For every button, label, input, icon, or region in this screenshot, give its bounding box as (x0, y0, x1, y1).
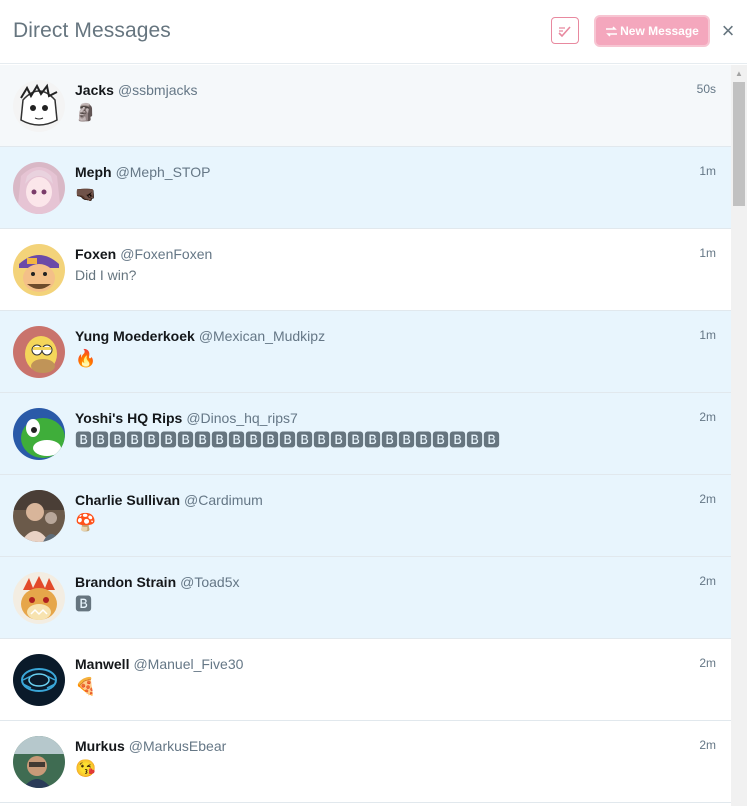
anime-pink-hair-avatar (13, 162, 65, 214)
handle: @Toad5x (180, 574, 240, 590)
conversation-names: Brandon Strain @Toad5x (75, 574, 239, 590)
fullname: Yung Moederkoek (75, 328, 195, 344)
message-preview: 😘 (75, 759, 97, 778)
handle: @MarkusEbear (128, 738, 227, 754)
timestamp: 50s (696, 82, 716, 96)
photo-outdoor-avatar (13, 736, 65, 788)
message-preview: 🤜🏿 (75, 185, 97, 204)
timestamp: 2m (699, 574, 716, 588)
fullname: Jacks (75, 82, 114, 98)
conversation-row[interactable]: Yoshi's HQ Rips @Dinos_hq_rips7 2m 🅱🅱🅱🅱🅱🅱… (0, 393, 731, 475)
message-preview: 🍄 (75, 513, 97, 532)
dm-modal: Direct Messages New Message × Jacks @ssbm… (0, 0, 747, 806)
avatar (13, 162, 65, 214)
bowser-avatar (13, 572, 65, 624)
timestamp: 1m (699, 246, 716, 260)
close-icon[interactable]: × (718, 20, 738, 42)
fullname: Charlie Sullivan (75, 492, 181, 508)
avatar (13, 326, 65, 378)
avatar (13, 244, 65, 296)
conversation-names: Jacks @ssbmjacks (75, 82, 198, 98)
conversation-row[interactable]: Charlie Sullivan @Cardimum 2m 🍄 (0, 475, 731, 557)
avatar (13, 408, 65, 460)
photo-person-avatar (13, 490, 65, 542)
conversation-row[interactable]: Brandon Strain @Toad5x 2m 🅱 (0, 557, 731, 639)
timestamp: 2m (699, 656, 716, 670)
conversation-row[interactable]: Yung Moederkoek @Mexican_Mudkipz 1m 🔥 (0, 311, 731, 393)
handle: @Cardimum (184, 492, 263, 508)
dm-header: Direct Messages New Message × (0, 0, 747, 64)
conversation-names: Meph @Meph_STOP (75, 164, 210, 180)
avatar (13, 654, 65, 706)
handle: @Manuel_Five30 (133, 656, 244, 672)
timestamp: 2m (699, 738, 716, 752)
conversation-names: Yung Moederkoek @Mexican_Mudkipz (75, 328, 325, 344)
timestamp: 1m (699, 328, 716, 342)
fullname: Yoshi's HQ Rips (75, 410, 183, 426)
yoshi-avatar (13, 408, 65, 460)
handle: @Meph_STOP (115, 164, 211, 180)
homer-avatar (13, 326, 65, 378)
fullname: Murkus (75, 738, 125, 754)
conversation-row[interactable]: Foxen @FoxenFoxen 1m Did I win? (0, 229, 731, 311)
fullname: Foxen (75, 246, 117, 262)
timestamp: 2m (699, 410, 716, 424)
fullname: Manwell (75, 656, 130, 672)
message-preview: 🅱 (75, 595, 92, 614)
manga-sketch-avatar (13, 80, 65, 132)
conversation-row[interactable]: Murkus @MarkusEbear 2m 😘 (0, 721, 731, 803)
conversation-names: Charlie Sullivan @Cardimum (75, 492, 263, 508)
message-preview: 🍕 (75, 677, 97, 696)
timestamp: 2m (699, 492, 716, 506)
mark-all-read-button[interactable] (551, 17, 579, 44)
fullname: Brandon Strain (75, 574, 177, 590)
handle: @Mexican_Mudkipz (198, 328, 326, 344)
scrollbar[interactable]: ▲ (731, 65, 747, 806)
conversation-names: Murkus @MarkusEbear (75, 738, 226, 754)
conversation-list: Jacks @ssbmjacks 50s 🗿 Meph @Meph_STOP 1m … (0, 65, 731, 806)
page-title: Direct Messages (13, 19, 171, 42)
check-icon (558, 25, 571, 37)
message-preview: 🔥 (75, 349, 97, 368)
avatar (13, 572, 65, 624)
scroll-thumb[interactable] (733, 82, 745, 206)
scroll-up-arrow-icon[interactable]: ▲ (731, 65, 747, 82)
new-message-label: New Message (620, 24, 699, 38)
message-preview: 🗿 (75, 103, 97, 122)
handle: @FoxenFoxen (120, 246, 213, 262)
handle: @ssbmjacks (117, 82, 198, 98)
new-message-button[interactable]: New Message (594, 15, 710, 47)
conversation-row[interactable]: Manwell @Manuel_Five30 2m 🍕 (0, 639, 731, 721)
handle: @Dinos_hq_rips7 (186, 410, 298, 426)
conversation-row[interactable]: Jacks @ssbmjacks 50s 🗿 (0, 65, 731, 147)
message-preview: Did I win? (75, 267, 137, 283)
compose-icon (606, 25, 618, 37)
avatar (13, 490, 65, 542)
blue-glow-avatar (13, 654, 65, 706)
message-preview: 🅱🅱🅱🅱🅱🅱🅱🅱🅱🅱🅱🅱🅱🅱🅱🅱🅱🅱🅱🅱🅱🅱🅱🅱🅱 (75, 431, 500, 450)
conversation-names: Yoshi's HQ Rips @Dinos_hq_rips7 (75, 410, 298, 426)
avatar (13, 736, 65, 788)
conversation-names: Manwell @Manuel_Five30 (75, 656, 243, 672)
conversation-names: Foxen @FoxenFoxen (75, 246, 212, 262)
fullname: Meph (75, 164, 112, 180)
timestamp: 1m (699, 164, 716, 178)
avatar (13, 80, 65, 132)
cartoon-cap-avatar (13, 244, 65, 296)
conversation-row[interactable]: Meph @Meph_STOP 1m 🤜🏿 (0, 147, 731, 229)
